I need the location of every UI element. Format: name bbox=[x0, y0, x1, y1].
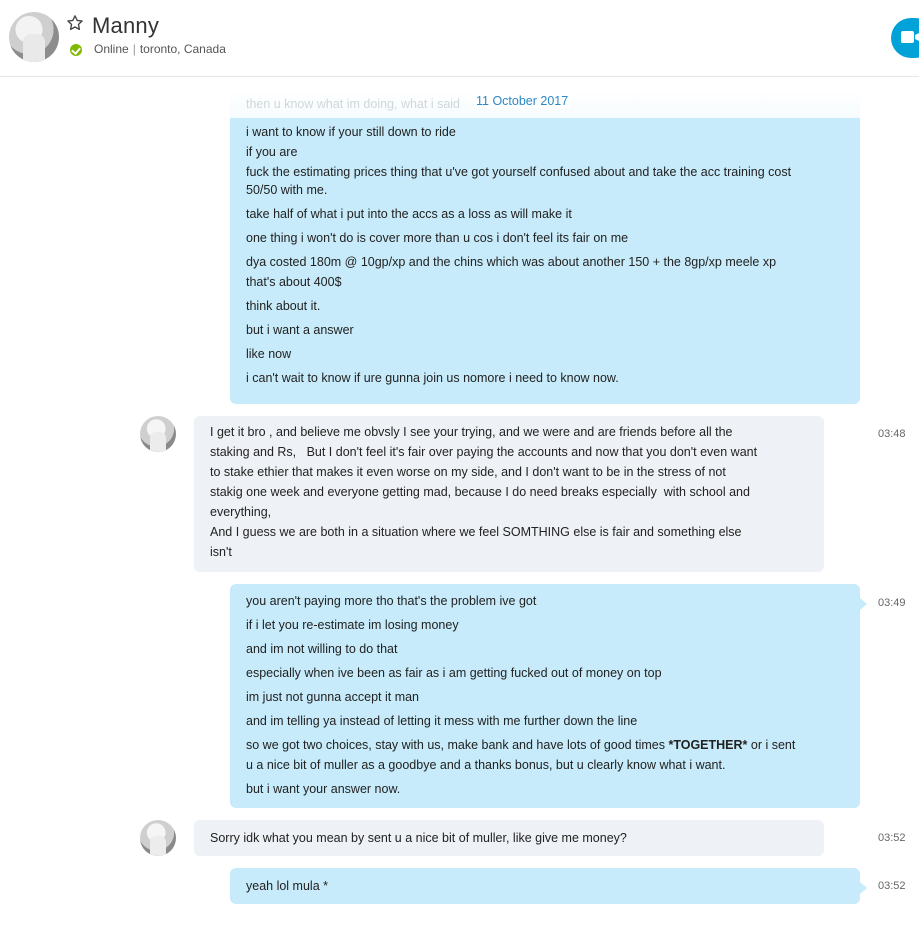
message-line: i want to know if your still down to rid… bbox=[246, 125, 456, 139]
message-bubble-incoming[interactable]: Sorry idk what you mean by sent u a nice… bbox=[194, 820, 824, 856]
message-line: yeah lol mula * bbox=[246, 879, 328, 893]
message-line: stakig one week and everyone getting mad… bbox=[210, 485, 750, 499]
message-text-bold: *TOGETHER* bbox=[668, 738, 748, 752]
conversation-header: Manny Online | toronto, Canada bbox=[0, 0, 919, 77]
message-line: u a nice bit of muller as a goodbye and … bbox=[246, 758, 726, 772]
message-line: im just not gunna accept it man bbox=[246, 690, 420, 704]
message-bubble-outgoing[interactable]: yeah lol mula * bbox=[230, 868, 867, 904]
message-timestamp: 03:49 bbox=[878, 597, 906, 609]
contact-avatar[interactable] bbox=[9, 12, 59, 62]
message-text: or i sent bbox=[747, 738, 796, 752]
message-line: Sorry idk what you mean by sent u a nice… bbox=[210, 831, 627, 845]
message-line: you aren't paying more tho that's the pr… bbox=[246, 594, 537, 608]
message-text: so we got two choices, stay with us, mak… bbox=[246, 738, 669, 752]
message-line: and im telling ya instead of letting it … bbox=[246, 714, 638, 728]
online-check-icon bbox=[70, 44, 82, 56]
message-timestamp: 03:52 bbox=[878, 880, 906, 892]
message-timestamp: 03:48 bbox=[878, 428, 906, 440]
message-bubble-outgoing[interactable]: i want to know if your still down to rid… bbox=[230, 118, 860, 404]
message-line: fuck the estimating prices thing that u'… bbox=[246, 165, 792, 179]
message-line: especially when ive been as fair as i am… bbox=[246, 666, 662, 680]
message-line: if you are bbox=[246, 145, 298, 159]
date-divider: 11 October 2017 bbox=[474, 94, 571, 108]
message-bubble-incoming[interactable]: I get it bro , and believe me obvsly I s… bbox=[194, 416, 824, 572]
video-call-button[interactable] bbox=[891, 18, 919, 58]
message-line: staking and Rs, But I don't feel it's fa… bbox=[210, 445, 758, 459]
message-line: i can't wait to know if ure gunna join u… bbox=[246, 371, 619, 385]
message-line: dya costed 180m @ 10gp/xp and the chins … bbox=[246, 255, 777, 269]
message-line-rich: so we got two choices, stay with us, mak… bbox=[246, 735, 846, 755]
presence-status: Online bbox=[94, 42, 129, 56]
message-line: but i want a answer bbox=[246, 323, 354, 337]
contact-location: toronto, Canada bbox=[139, 42, 226, 56]
video-call-icon bbox=[901, 31, 919, 43]
message-line: take half of what i put into the accs as… bbox=[246, 207, 572, 221]
presence-info: Online | toronto, Canada bbox=[94, 42, 226, 56]
star-icon[interactable] bbox=[66, 14, 84, 32]
message-line: one thing i won't do is cover more than … bbox=[246, 231, 629, 245]
message-line: I get it bro , and believe me obvsly I s… bbox=[210, 425, 733, 439]
message-timestamp: 03:52 bbox=[878, 832, 906, 844]
message-line: like now bbox=[246, 347, 292, 361]
message-line: if i let you re-estimate im losing money bbox=[246, 618, 459, 632]
faded-previous-message: then u know what im doing, what i said bbox=[246, 97, 461, 111]
message-line: but i want your answer now. bbox=[246, 782, 401, 796]
sender-avatar[interactable] bbox=[140, 820, 176, 856]
message-bubble-outgoing[interactable]: you aren't paying more tho that's the pr… bbox=[230, 584, 867, 808]
message-line: 50/50 with me. bbox=[246, 183, 328, 197]
message-line: and im not willing to do that bbox=[246, 642, 398, 656]
message-line: think about it. bbox=[246, 299, 321, 313]
message-line: everything, bbox=[210, 505, 272, 519]
message-line: isn't bbox=[210, 545, 232, 559]
message-line: to stake ethier that makes it even worse… bbox=[210, 465, 726, 479]
contact-name[interactable]: Manny bbox=[92, 13, 159, 39]
sender-avatar[interactable] bbox=[140, 416, 176, 452]
message-line: that's about 400$ bbox=[246, 275, 342, 289]
message-line: And I guess we are both in a situation w… bbox=[210, 525, 742, 539]
